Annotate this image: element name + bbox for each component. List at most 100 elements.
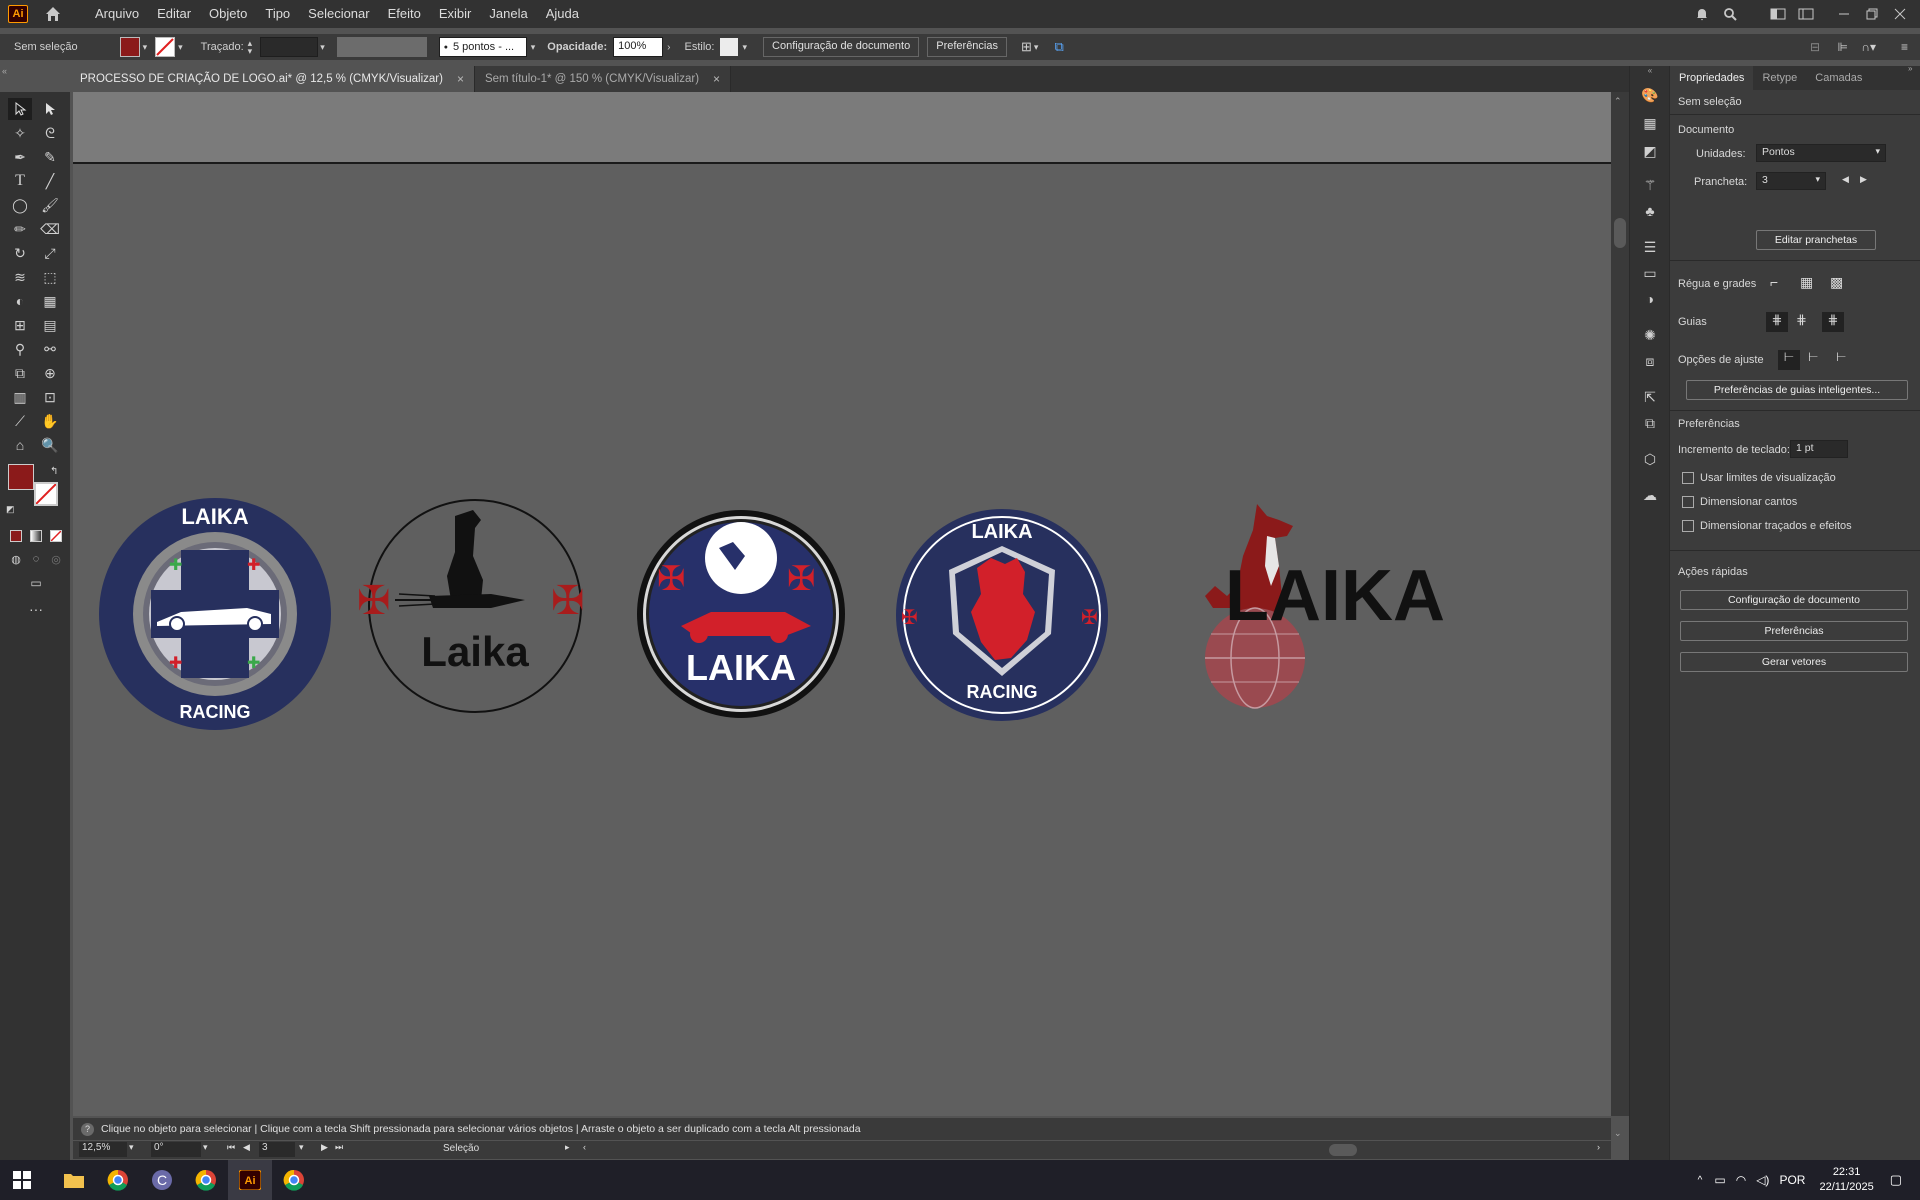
collapse-icon[interactable]: «	[1630, 66, 1670, 78]
tab-sem-titulo[interactable]: Sem título-1* @ 150 % (CMYK/Visualizar) ×	[474, 66, 732, 92]
previous-artboard-icon[interactable]: ◀	[1842, 174, 1849, 185]
zoom-field[interactable]: 12,5%	[79, 1142, 127, 1157]
color-panel-icon[interactable]: 🎨	[1638, 84, 1662, 106]
bell-icon[interactable]	[1688, 0, 1716, 28]
arrange-icon[interactable]: ⊟	[1810, 40, 1820, 54]
windows-start-icon[interactable]	[0, 1160, 44, 1200]
selection-tool-icon[interactable]	[8, 98, 32, 120]
transform-icon[interactable]: ⧉	[1054, 39, 1063, 55]
color-guide-icon[interactable]: ◩	[1638, 140, 1662, 162]
menu-editar[interactable]: Editar	[148, 0, 200, 28]
opacity-field[interactable]: 100%	[613, 37, 664, 57]
snap-point-icon[interactable]: ⊢	[1778, 350, 1800, 370]
eyedropper-icon[interactable]: ⚲	[8, 338, 32, 360]
scale-strokes-checkbox[interactable]	[1682, 520, 1694, 532]
chrome-profile2-icon[interactable]	[272, 1160, 316, 1200]
stroke-color-icon[interactable]	[34, 482, 58, 506]
keyboard-increment-field[interactable]: 1 pt	[1790, 440, 1848, 458]
measure-icon[interactable]: ⚯	[38, 338, 62, 360]
brush-dropdown[interactable]: ● 5 pontos - ...	[438, 37, 527, 57]
graph-tool-icon[interactable]: ▥	[8, 386, 32, 408]
use-preview-bounds-checkbox[interactable]	[1682, 472, 1694, 484]
stroke-panel-icon[interactable]: ☰	[1638, 236, 1662, 258]
battery-icon[interactable]: ▭	[1714, 1173, 1725, 1187]
draw-inside-icon[interactable]: ◎	[44, 548, 68, 570]
chevron-down-icon[interactable]: ▾	[1034, 42, 1039, 53]
pencil-icon[interactable]: ✏	[8, 218, 32, 240]
horizontal-scroll-thumb[interactable]	[1329, 1144, 1357, 1156]
grid-icon[interactable]: ▦	[1800, 274, 1813, 291]
rotate-icon[interactable]: ↻	[8, 242, 32, 264]
line-tool-icon[interactable]: ╱	[38, 170, 62, 192]
app-c-icon[interactable]: C	[140, 1160, 184, 1200]
direct-selection-tool-icon[interactable]	[38, 98, 62, 120]
edit-artboards-button[interactable]: Editar pranchetas	[1756, 230, 1876, 250]
align-icon[interactable]: ⊞	[1021, 39, 1032, 55]
workspace-icon[interactable]	[1764, 0, 1792, 28]
panels-icon[interactable]	[1792, 0, 1820, 28]
screen-mode-icon[interactable]: ▭	[24, 572, 48, 594]
graphic-style-swatch[interactable]	[720, 38, 739, 56]
minimize-icon[interactable]	[1830, 0, 1858, 28]
logo-laika-racing-1[interactable]: ✚ ✚ ✚ ✚ LAIKA RACING	[97, 496, 333, 732]
collapse-icon[interactable]: «	[2, 66, 7, 76]
scale-corners-checkbox[interactable]	[1682, 496, 1694, 508]
scale-icon[interactable]: ⤢	[38, 242, 62, 264]
vertical-scrollbar[interactable]: ⌃ ⌄	[1611, 92, 1629, 1138]
perspective-grid-icon[interactable]: ▦	[38, 290, 62, 312]
wifi-icon[interactable]: ◠	[1736, 1173, 1746, 1187]
swap-colors-icon[interactable]: ↰	[50, 466, 58, 477]
document-setup-button[interactable]: Configuração de documento	[763, 37, 920, 57]
scroll-down-icon[interactable]: ⌄	[1614, 1128, 1622, 1139]
menu-arquivo[interactable]: Arquivo	[86, 0, 148, 28]
hand-tool-icon[interactable]: ✋	[38, 410, 62, 432]
scroll-left-icon[interactable]: ‹	[583, 1142, 586, 1152]
menu-ajuda[interactable]: Ajuda	[537, 0, 588, 28]
more-tools-icon[interactable]: ···	[24, 598, 48, 620]
fill-color-icon[interactable]	[8, 464, 34, 490]
gradient-mode-icon[interactable]	[30, 530, 42, 542]
logo-laika-2[interactable]: ✠ ✠ Laika	[355, 496, 595, 736]
smart-guides-icon[interactable]: ⋕	[1822, 312, 1844, 332]
scroll-up-icon[interactable]: ⌃	[1614, 96, 1622, 107]
transparency-grid-icon[interactable]: ▩	[1830, 274, 1843, 291]
tab-layers[interactable]: Camadas	[1806, 66, 1871, 90]
chevron-down-icon[interactable]: ▾	[299, 1142, 304, 1153]
restore-icon[interactable]	[1858, 0, 1886, 28]
collapse-icon[interactable]: »	[1908, 64, 1912, 73]
lock-guides-icon[interactable]: ⋕	[1796, 312, 1807, 328]
default-colors-icon[interactable]: ◩	[6, 504, 15, 515]
swatches-icon[interactable]: ▦	[1638, 112, 1662, 134]
artboard-dropdown[interactable]: 3 ▾	[1756, 172, 1826, 190]
mesh-tool-icon[interactable]: ⊞	[8, 314, 32, 336]
free-transform-icon[interactable]: ⬚	[38, 266, 62, 288]
blend-tool-icon[interactable]: ⧉	[8, 362, 32, 384]
chevron-right-icon[interactable]: ▸	[565, 1142, 570, 1153]
symbols-icon[interactable]: ♣	[1638, 200, 1662, 222]
artboards-panel-icon[interactable]: ⧉	[1638, 412, 1662, 434]
help-icon[interactable]: ?	[81, 1123, 94, 1136]
lasso-icon[interactable]: ᘓ	[38, 122, 62, 144]
paintbrush-icon[interactable]: 🖌	[38, 194, 62, 216]
artboard-tool-icon[interactable]: ⊡	[38, 386, 62, 408]
show-guides-icon[interactable]: ⋕	[1766, 312, 1788, 332]
file-explorer-icon[interactable]	[52, 1160, 96, 1200]
next-artboard-icon[interactable]: ▶	[1860, 174, 1867, 185]
shape-builder-icon[interactable]: ◐	[8, 290, 32, 312]
gradient-tool-icon[interactable]: ▤	[38, 314, 62, 336]
first-artboard-icon[interactable]: ⏮	[227, 1142, 235, 1153]
last-artboard-icon[interactable]: ⏭	[335, 1142, 343, 1153]
distribute-icon[interactable]: ⊫	[1838, 40, 1848, 54]
chevron-down-icon[interactable]: ▾	[178, 42, 183, 53]
rotation-field[interactable]: 0°	[151, 1142, 201, 1157]
type-tool-icon[interactable]: T	[8, 170, 32, 192]
graphic-styles-icon[interactable]: ⧈	[1638, 350, 1662, 372]
ellipse-tool-icon[interactable]: ◯	[8, 194, 32, 216]
menu-tipo[interactable]: Tipo	[256, 0, 299, 28]
stroke-weight-field[interactable]	[260, 37, 319, 57]
document-setup-button[interactable]: Configuração de documento	[1680, 590, 1908, 610]
none-mode-icon[interactable]	[50, 530, 62, 542]
volume-icon[interactable]: ◁)	[1756, 1173, 1769, 1187]
snap-pixel-icon[interactable]: ⊢	[1808, 350, 1818, 364]
width-tool-icon[interactable]: ≋	[8, 266, 32, 288]
